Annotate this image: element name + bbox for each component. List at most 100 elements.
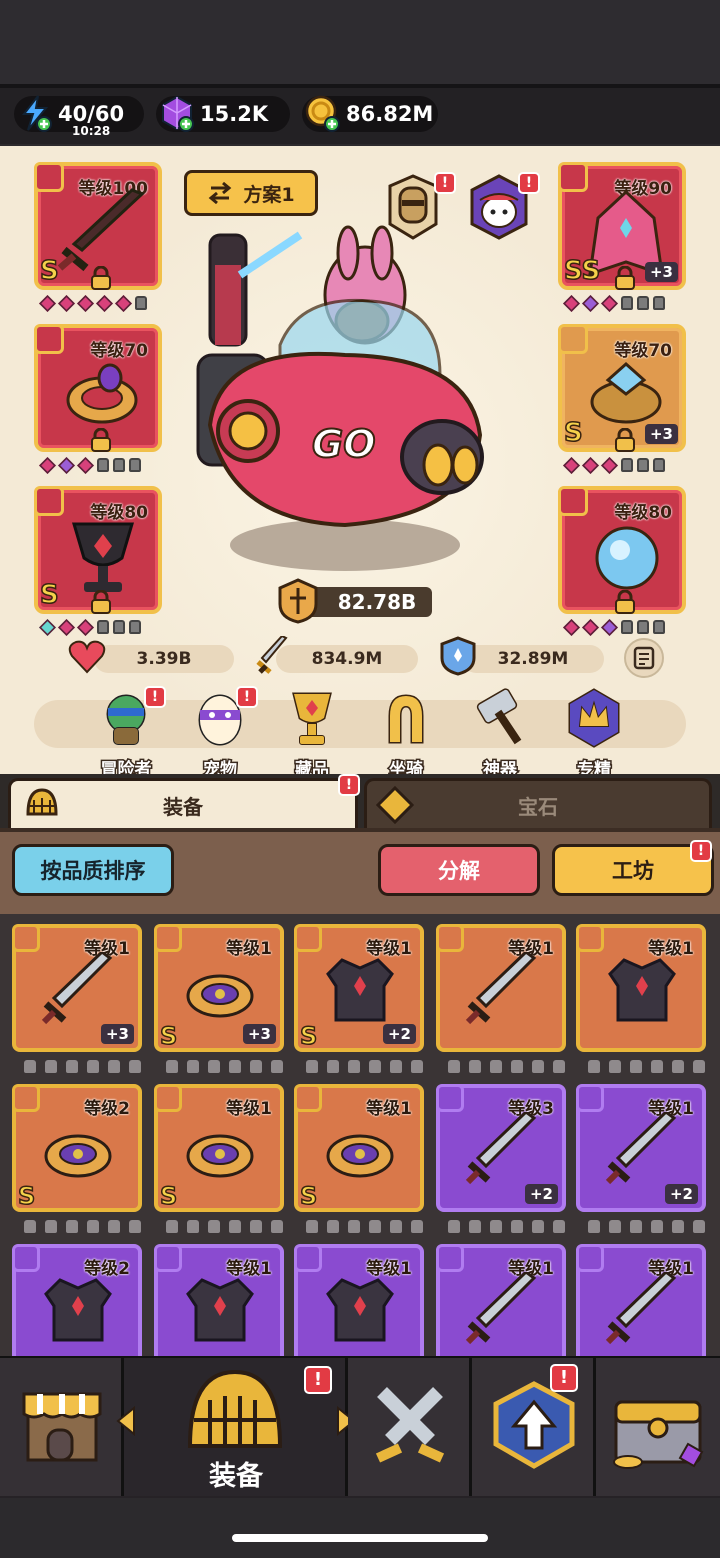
item-plus: +3 [242, 1024, 276, 1044]
tab-gems[interactable]: 宝石 [364, 778, 712, 830]
hammer-artifact-icon [476, 688, 522, 745]
inventory-item[interactable]: 等级1 S +3 [154, 924, 284, 1052]
inventory-item[interactable]: 等级1 +3 [12, 924, 142, 1052]
inventory-item[interactable]: 等级1 [294, 1244, 424, 1356]
inventory-item[interactable]: 等级1 [576, 924, 706, 1052]
pet-alert-badge: ! [236, 686, 258, 708]
gold-value: 86.82M [346, 102, 434, 126]
feature-collection[interactable]: 藏品 [272, 688, 352, 782]
stats-detail-button[interactable] [624, 638, 664, 678]
nav-equipment-alert: ! [304, 1366, 332, 1394]
left-arrow-icon [116, 1406, 135, 1436]
inventory-item[interactable]: 等级1 S +2 [294, 924, 424, 1052]
inventory-item[interactable]: 等级2 S [12, 1084, 142, 1212]
equipment-tab-alert: ! [338, 774, 360, 796]
equip-grade: S [563, 417, 583, 449]
item-plus: +2 [382, 1024, 416, 1044]
knight-alert-badge: ! [434, 172, 456, 194]
inventory-item[interactable]: 等级1 S [294, 1084, 424, 1212]
equip-slot-ring-right[interactable]: 等级70 S +3 [558, 324, 686, 452]
inventory-item[interactable]: 等级3 +2 [436, 1084, 566, 1212]
item-gem-locks [24, 1060, 141, 1073]
shield-stat-icon [440, 636, 476, 676]
inventory-item[interactable]: 等级1 [436, 924, 566, 1052]
ring-type-icon [558, 324, 588, 354]
equip-grade: SS [563, 255, 601, 287]
item-gem-locks [588, 1060, 705, 1073]
inventory-item[interactable]: 等级1 [576, 1244, 706, 1356]
armor-type-icon [294, 1244, 322, 1272]
equip-gem-sockets [563, 295, 665, 312]
sword-type-icon [436, 1244, 464, 1272]
attack-value: 834.9M [311, 649, 383, 669]
ring-type-icon [154, 1084, 182, 1112]
item-gem-locks [588, 1220, 705, 1233]
inventory-item[interactable]: 等级1 S [154, 1084, 284, 1212]
item-gem-locks [166, 1220, 283, 1233]
inventory-item[interactable]: 等级1 +2 [576, 1084, 706, 1212]
attack-stat: 834.9M [276, 645, 418, 673]
combat-power-value: 82.78B [337, 590, 417, 614]
ring-icon [186, 1134, 254, 1178]
crystal-ring-icon [590, 361, 662, 424]
amulet-type-icon [34, 486, 64, 516]
armor-type-icon [294, 924, 322, 952]
sword-icon [605, 1272, 677, 1345]
document-icon [633, 646, 655, 670]
gold-coin-icon [305, 95, 340, 132]
item-gem-locks [448, 1220, 565, 1233]
gem-counter[interactable]: 15.2K [156, 95, 290, 132]
loadout-button[interactable]: 方案1 [184, 170, 318, 216]
vehicle-go-text: GO [312, 422, 376, 466]
treasure-chest-icon [613, 1400, 704, 1469]
lock-icon [91, 266, 111, 290]
decompose-button[interactable]: 分解 [378, 844, 540, 896]
inventory-item[interactable]: 等级1 [436, 1244, 566, 1356]
armor-icon [326, 1278, 394, 1342]
nav-shop[interactable] [0, 1358, 124, 1496]
armor-icon [186, 1278, 254, 1342]
equip-gem-sockets [563, 457, 665, 474]
defense-value: 32.89M [497, 649, 569, 669]
equip-slot-armor[interactable]: 等级90 SS +3 [558, 162, 686, 290]
sort-by-quality-button[interactable]: 按品质排序 [12, 844, 174, 896]
energy-value: 40/60 [58, 102, 125, 126]
feature-artifact[interactable]: 神器 [460, 688, 540, 782]
equip-gem-sockets [39, 619, 141, 636]
sword-icon [465, 1272, 537, 1345]
equip-grade: S [39, 255, 59, 287]
item-plus: +3 [100, 1024, 134, 1044]
energy-timer: 10:28 [72, 124, 111, 138]
diamond-tab-icon [376, 786, 414, 824]
armor-icon [326, 958, 394, 1022]
sword-type-icon [436, 1084, 464, 1112]
feature-mastery[interactable]: 专精 [554, 688, 634, 782]
ring-icon [44, 1134, 112, 1178]
item-gem-locks [306, 1220, 423, 1233]
gold-counter[interactable]: 86.82M [302, 95, 438, 132]
horseshoe-mount-icon [388, 694, 424, 744]
combat-power: 82.78B [300, 587, 432, 617]
equip-slot-amulet[interactable]: 等级80 S [34, 486, 162, 614]
equip-slot-ring[interactable]: 等级70 [34, 324, 162, 452]
item-gem-locks [448, 1060, 565, 1073]
item-grade: S [17, 1181, 36, 1211]
equip-slot-weapon[interactable]: 等级100 S [34, 162, 162, 290]
equip-plus: +3 [644, 424, 678, 444]
inventory-item[interactable]: 等级1 [154, 1244, 284, 1356]
equip-gem-sockets [563, 619, 665, 636]
ring-type-icon [12, 1084, 40, 1112]
item-grade: S [159, 1181, 178, 1211]
equip-slot-amulet-right[interactable]: 等级80 [558, 486, 686, 614]
nav-treasure[interactable] [596, 1358, 720, 1496]
blue-orb-icon [595, 526, 659, 590]
ring-type-icon [294, 1084, 322, 1112]
inventory-item[interactable]: 等级2 [12, 1244, 142, 1356]
ring-icon [326, 1134, 394, 1178]
nav-battle[interactable] [348, 1358, 472, 1496]
lock-icon [615, 428, 635, 452]
feature-mount[interactable]: 坐骑 [366, 688, 446, 782]
workshop-alert-badge: ! [690, 840, 712, 862]
item-gem-locks [306, 1060, 423, 1073]
dark-chalice-icon [71, 522, 135, 592]
